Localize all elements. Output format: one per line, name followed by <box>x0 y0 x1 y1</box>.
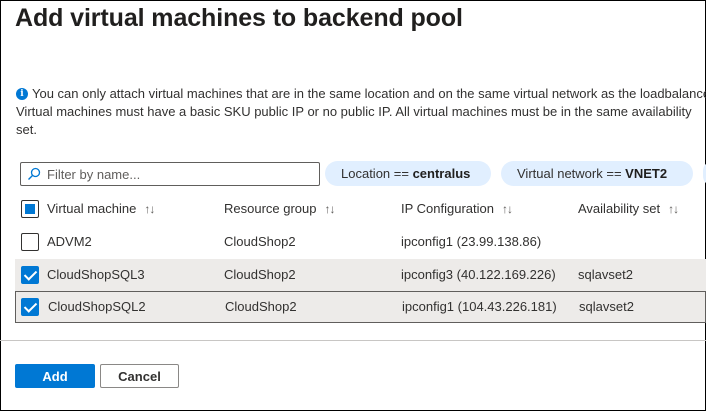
filter-by-name-input[interactable] <box>47 166 307 182</box>
column-header-label: Virtual machine <box>47 201 137 216</box>
info-message: i You can only attach virtual machines t… <box>16 85 706 139</box>
column-header-label: Availability set <box>578 201 661 216</box>
cell-virtual-machine: ADVM2 <box>47 234 92 249</box>
cell-virtual-machine: CloudShopSQL2 <box>48 299 146 314</box>
add-button[interactable]: Add <box>15 364 95 388</box>
location-filter-label: Location == <box>341 166 409 181</box>
info-line-1: You can only attach virtual machines tha… <box>32 86 706 101</box>
info-line-3: set. <box>16 122 37 137</box>
cell-ip-configuration: ipconfig1 (23.99.138.86) <box>401 234 542 249</box>
cell-availability-set: sqlavset2 <box>579 299 634 314</box>
column-header-label: IP Configuration <box>401 201 494 216</box>
sort-icon: ↑↓ <box>324 202 336 216</box>
cancel-button[interactable]: Cancel <box>100 364 179 388</box>
row-checkbox-advm2[interactable] <box>21 233 39 251</box>
table-row[interactable]: CloudShopSQL2 CloudShop2 ipconfig1 (104.… <box>15 291 706 323</box>
sort-icon: ↑↓ <box>144 202 155 216</box>
cell-resource-group: CloudShop2 <box>224 234 296 249</box>
cell-resource-group: CloudShop2 <box>224 267 296 282</box>
column-header-availability-set[interactable]: Availability set ↑↓ <box>578 193 679 225</box>
cell-ip-configuration: ipconfig1 (104.43.226.181) <box>402 299 557 314</box>
cell-availability-set: sqlavset2 <box>578 267 633 282</box>
filter-by-name-box[interactable] <box>20 162 320 186</box>
cell-ip-configuration: ipconfig3 (40.122.169.226) <box>401 267 556 282</box>
vnet-filter-pill[interactable]: Virtual network == VNET2 <box>501 161 693 186</box>
sort-icon: ↑↓ <box>668 202 679 216</box>
vnet-filter-label: Virtual network == <box>517 166 622 181</box>
cell-resource-group: CloudShop2 <box>225 299 297 314</box>
cell-virtual-machine: CloudShopSQL3 <box>47 267 145 282</box>
table-row[interactable]: ADVM2 CloudShop2 ipconfig1 (23.99.138.86… <box>15 226 706 258</box>
select-all-checkbox[interactable] <box>21 200 39 218</box>
info-line-2: Virtual machines must have a basic SKU p… <box>16 104 692 119</box>
sort-icon: ↑↓ <box>502 202 513 216</box>
info-icon: i <box>16 88 28 100</box>
table-row[interactable]: CloudShopSQL3 CloudShop2 ipconfig3 (40.1… <box>15 259 706 291</box>
location-filter-value: centralus <box>412 166 471 181</box>
search-icon <box>28 167 41 180</box>
page-title: Add virtual machines to backend pool <box>15 4 463 32</box>
vnet-filter-value: VNET2 <box>625 166 668 181</box>
column-header-ip-configuration[interactable]: IP Configuration ↑↓ <box>401 193 513 225</box>
column-header-label: Resource group <box>224 201 317 216</box>
column-header-resource-group[interactable]: Resource group ↑↓ <box>224 193 336 225</box>
row-checkbox-cloudshopsql3[interactable] <box>21 266 39 284</box>
column-header-virtual-machine[interactable]: Virtual machine ↑↓ <box>47 193 155 225</box>
footer-divider <box>0 340 706 341</box>
row-checkbox-cloudshopsql2[interactable] <box>21 298 39 316</box>
location-filter-pill[interactable]: Location == centralus <box>325 161 491 186</box>
table-header-row: Virtual machine ↑↓ Resource group ↑↓ IP Co… <box>15 193 706 226</box>
